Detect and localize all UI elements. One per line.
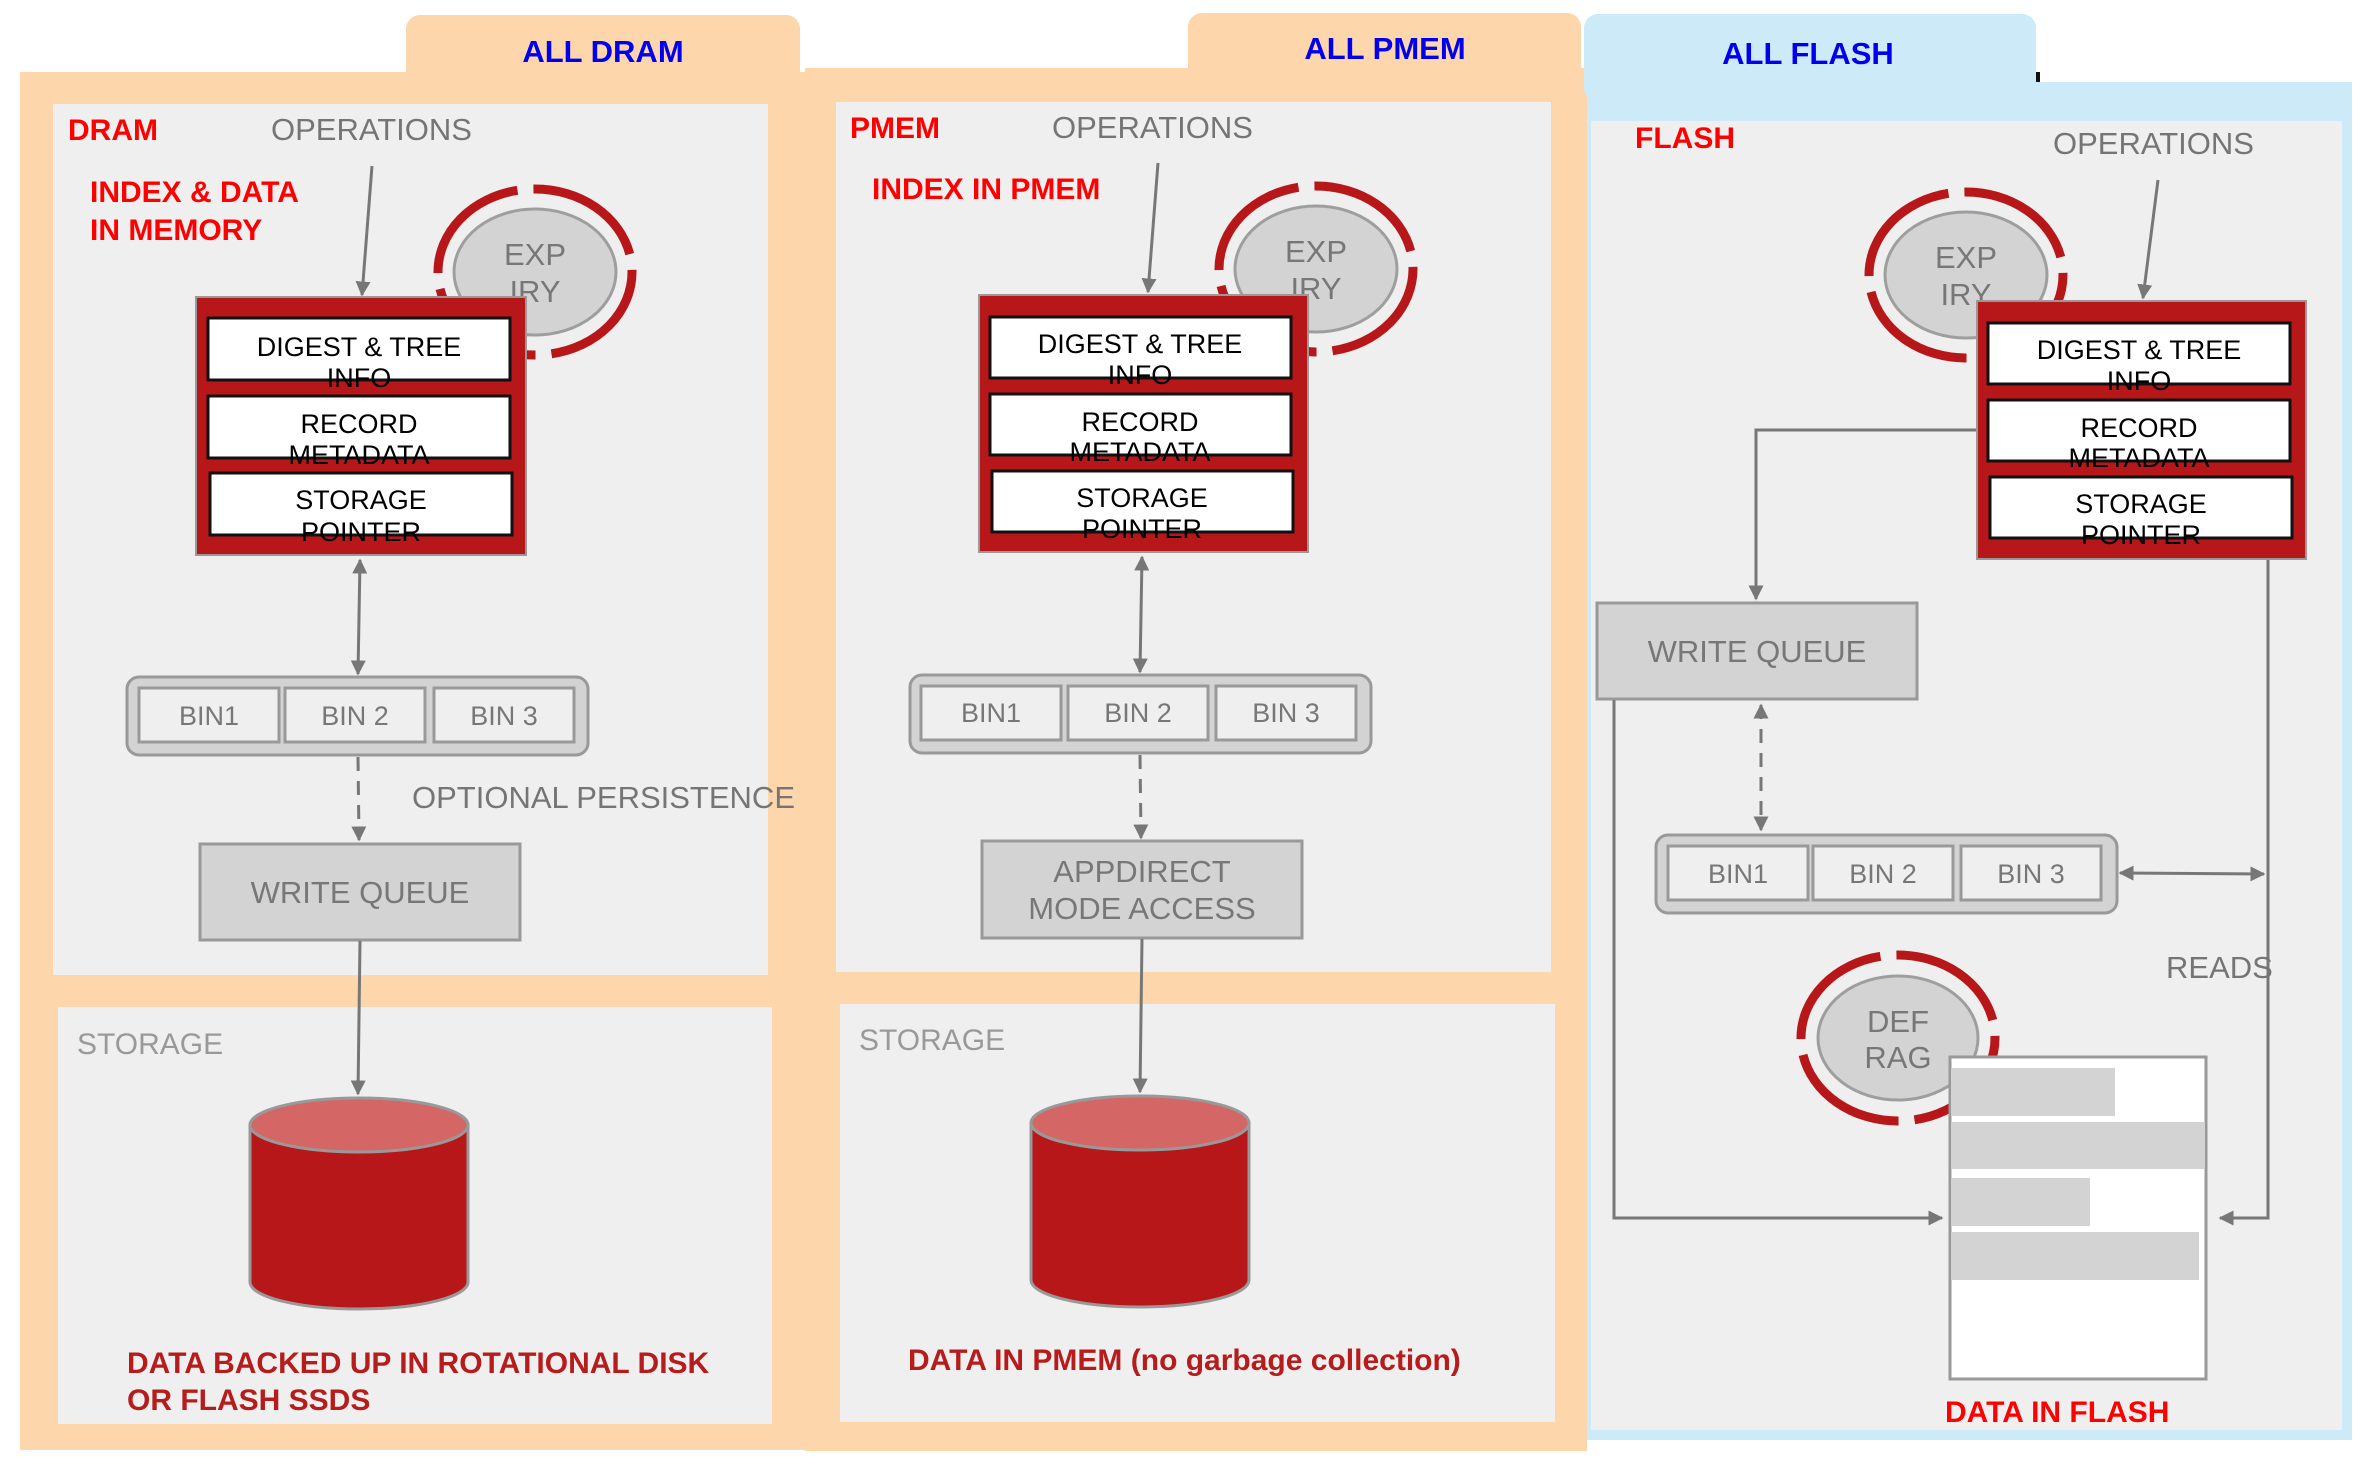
- dram-operations-label: OPERATIONS: [271, 112, 472, 147]
- pmem-column: ALL PMEM PMEM OPERATIONS INDEX IN PMEM E…: [805, 13, 1587, 1451]
- flash-pointer-line2: POINTER: [2081, 520, 2201, 550]
- dram-storage-label: STORAGE: [77, 1028, 223, 1061]
- flash-expiry-line1: EXP: [1935, 240, 1997, 275]
- pmem-index-bins-arrow: [1132, 555, 1150, 674]
- pmem-appdirect-line1: APPDIRECT: [1053, 854, 1230, 889]
- pmem-bin-1-label: BIN1: [961, 698, 1021, 728]
- dram-zone-title: DRAM: [68, 114, 158, 147]
- flash-digest-line2: INFO: [2107, 366, 2172, 396]
- pmem-bin-2-label: BIN 2: [1104, 698, 1172, 728]
- dram-queue-storage-arrow: [350, 940, 366, 1096]
- pmem-appdirect-line2: MODE ACCESS: [1028, 891, 1255, 926]
- pmem-caption: DATA IN PMEM (no garbage collection): [908, 1344, 1461, 1377]
- pmem-tab-title: ALL PMEM: [1304, 31, 1465, 66]
- flash-write-queue-label: WRITE QUEUE: [1648, 634, 1867, 669]
- flash-index-block: DIGEST & TREE INFO RECORD METADATA STORA…: [1976, 300, 2307, 560]
- flash-caption: DATA IN FLASH: [1945, 1396, 2169, 1429]
- flash-data-document-icon: [1948, 1055, 2208, 1381]
- dram-digest-line1: DIGEST & TREE: [257, 332, 462, 362]
- pmem-record-line1: RECORD: [1081, 407, 1198, 437]
- flash-bins-reads-arrow: [2118, 865, 2266, 882]
- pmem-expiry-line1: EXP: [1285, 234, 1347, 269]
- flash-pointer-line1: STORAGE: [2075, 489, 2207, 519]
- dram-caption-line1: DATA BACKED UP IN ROTATIONAL DISK: [127, 1347, 710, 1380]
- dram-tab-title: ALL DRAM: [522, 34, 683, 69]
- dram-caption-line2: OR FLASH SSDS: [127, 1384, 370, 1417]
- flash-zone-title: FLASH: [1635, 122, 1735, 155]
- dram-index-block: DIGEST & TREE INFO RECORD METADATA STORA…: [195, 296, 527, 556]
- pmem-pointer-line1: STORAGE: [1076, 483, 1208, 513]
- flash-reads-label: READS: [2166, 950, 2273, 985]
- dram-column: ALL DRAM DRAM OPERATIONS INDEX & DATA IN…: [20, 15, 810, 1450]
- dram-pointer-line2: POINTER: [301, 517, 421, 547]
- flash-defrag-line1: DEF: [1867, 1004, 1929, 1039]
- dram-bin-2-label: BIN 2: [321, 701, 389, 731]
- pmem-disk-icon: [1029, 1094, 1251, 1309]
- pmem-access-storage-arrow: [1132, 938, 1148, 1094]
- dram-record-line2: METADATA: [289, 440, 430, 470]
- dram-pointer-line1: STORAGE: [295, 485, 427, 515]
- pmem-digest-line2: INFO: [1108, 360, 1173, 390]
- dram-bin-1-label: BIN1: [179, 701, 239, 731]
- pmem-zone-title: PMEM: [850, 112, 940, 145]
- storage-architecture-diagram: ALL DRAM DRAM OPERATIONS INDEX & DATA IN…: [20, 13, 2352, 1451]
- flash-bin-2-label: BIN 2: [1849, 859, 1917, 889]
- flash-record-line1: RECORD: [2080, 413, 2197, 443]
- pmem-digest-line1: DIGEST & TREE: [1038, 329, 1243, 359]
- pmem-subtitle: INDEX IN PMEM: [872, 173, 1100, 206]
- dram-persistence-label: OPTIONAL PERSISTENCE: [412, 780, 795, 815]
- pmem-index-block: DIGEST & TREE INFO RECORD METADATA STORA…: [978, 294, 1309, 553]
- pmem-operations-label: OPERATIONS: [1052, 110, 1253, 145]
- flash-record-line2: METADATA: [2069, 443, 2210, 473]
- dram-record-line1: RECORD: [300, 409, 417, 439]
- flash-tab-artifact: [2036, 72, 2040, 82]
- dram-expiry-line1: EXP: [504, 237, 566, 272]
- flash-digest-line1: DIGEST & TREE: [2037, 335, 2242, 365]
- dram-subtitle-line1: INDEX & DATA: [90, 176, 299, 209]
- flash-operations-label: OPERATIONS: [2053, 126, 2254, 161]
- flash-bin-3-label: BIN 3: [1997, 859, 2065, 889]
- dram-index-bins-arrow: [350, 558, 368, 676]
- pmem-storage-label: STORAGE: [859, 1024, 1005, 1057]
- flash-column: ALL FLASH FLASH OPERATIONS EXP IRY DIGES…: [1584, 14, 2352, 1440]
- dram-disk-icon: [248, 1096, 470, 1311]
- pmem-record-line2: METADATA: [1070, 437, 1211, 467]
- pmem-pointer-line2: POINTER: [1082, 514, 1202, 544]
- dram-subtitle-line2: IN MEMORY: [90, 214, 262, 247]
- flash-bins: BIN1 BIN 2 BIN 3: [1654, 833, 2119, 915]
- dram-bin-3-label: BIN 3: [470, 701, 538, 731]
- flash-bin-1-label: BIN1: [1708, 859, 1768, 889]
- flash-tab-title: ALL FLASH: [1722, 36, 1894, 71]
- dram-write-queue-label: WRITE QUEUE: [251, 875, 470, 910]
- dram-digest-line2: INFO: [327, 363, 392, 393]
- pmem-bins: BIN1 BIN 2 BIN 3: [908, 673, 1373, 755]
- flash-defrag-line2: RAG: [1864, 1040, 1931, 1075]
- dram-bins: BIN1 BIN 2 BIN 3: [125, 675, 590, 757]
- pmem-bin-3-label: BIN 3: [1252, 698, 1320, 728]
